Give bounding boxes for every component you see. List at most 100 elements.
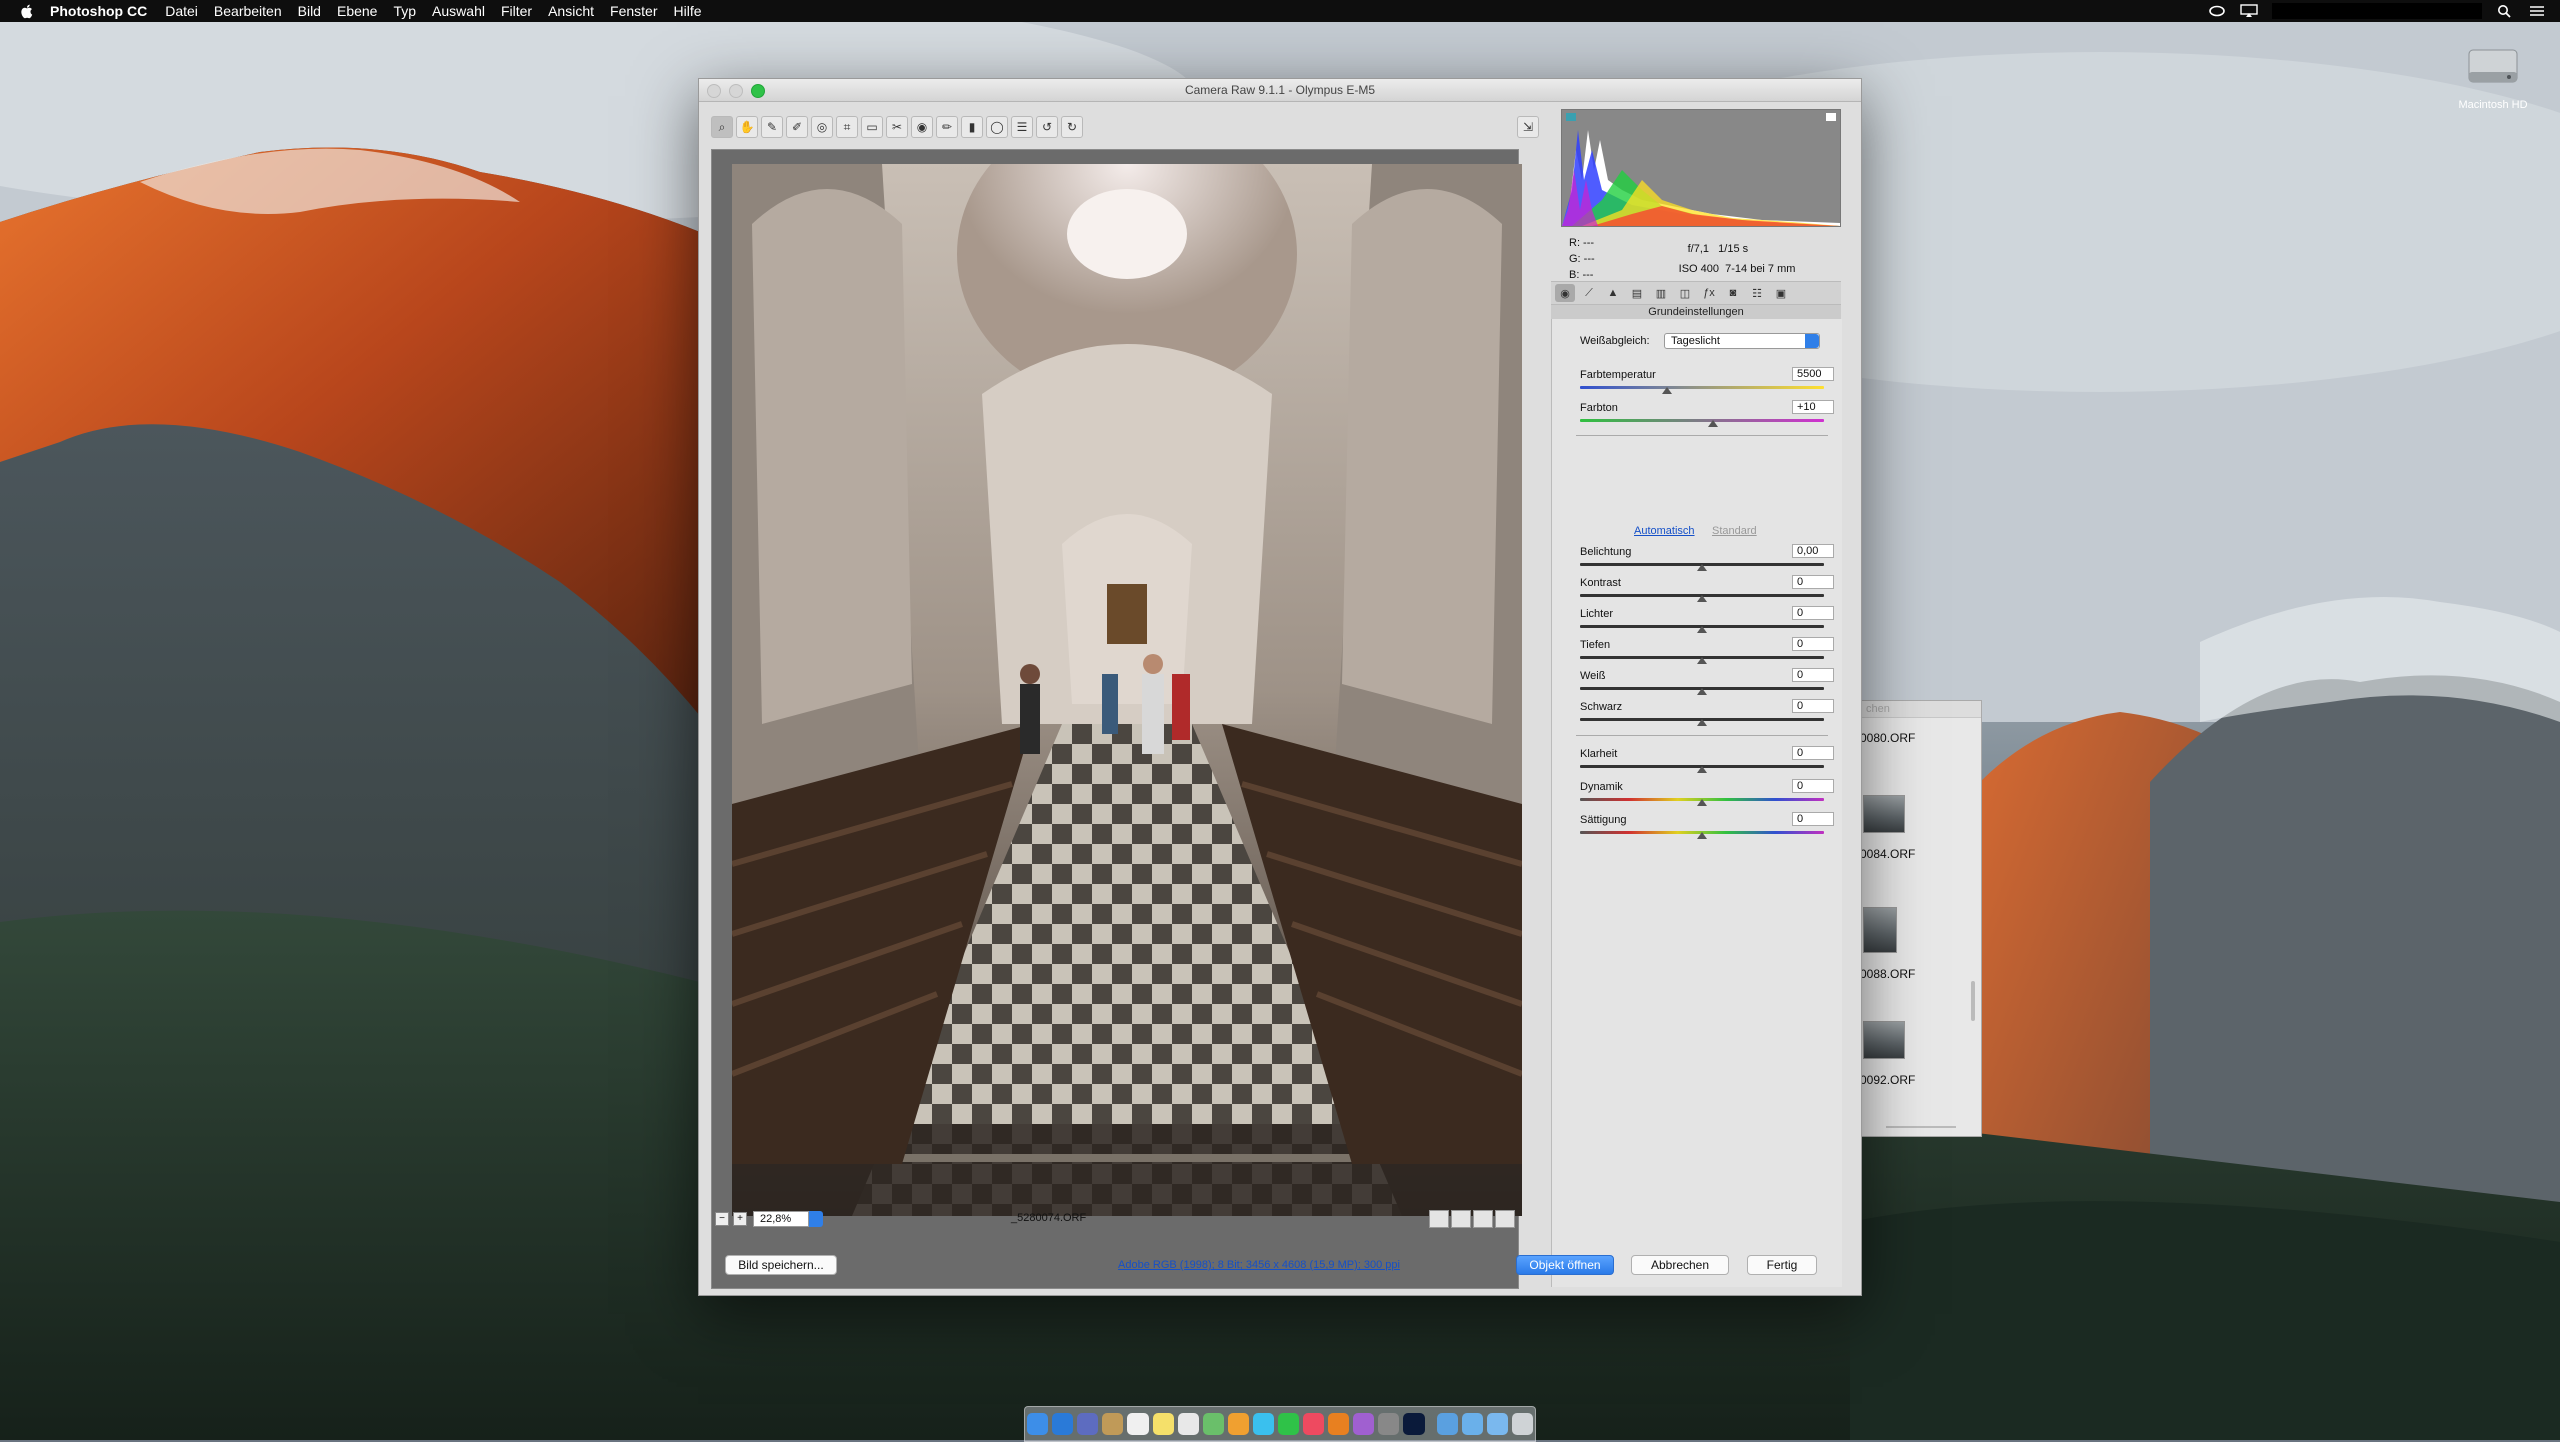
open-object-button[interactable]: Objekt öffnen	[1516, 1255, 1614, 1275]
highlights-field[interactable]: 0	[1792, 606, 1834, 620]
tab-tone-curve-icon[interactable]: ⟋	[1579, 284, 1599, 302]
swap-settings-icon[interactable]	[1451, 1210, 1471, 1228]
blacks-slider-knob[interactable]	[1697, 719, 1707, 726]
temperature-slider-knob[interactable]	[1662, 387, 1672, 394]
zoom-level-field[interactable]: 22,8%	[753, 1211, 809, 1227]
color-sampler-tool-icon[interactable]: ✐	[786, 116, 808, 138]
tab-hsl-icon[interactable]: ▤	[1627, 284, 1647, 302]
system-preferences-icon[interactable]	[1378, 1413, 1400, 1435]
bridge-thumb[interactable]: 0080.ORF	[1860, 731, 1920, 745]
radial-filter-icon[interactable]: ◯	[986, 116, 1008, 138]
highlight-clipping-warning-icon[interactable]	[1826, 113, 1836, 121]
preferences-icon[interactable]: ☰	[1011, 116, 1033, 138]
temperature-slider-track[interactable]	[1580, 386, 1824, 389]
fullscreen-toggle-icon[interactable]: ⇲	[1517, 116, 1539, 138]
ibooks-icon[interactable]	[1328, 1413, 1350, 1435]
rotate-right-icon[interactable]: ↻	[1061, 116, 1083, 138]
downloads-folder-icon[interactable]	[1486, 1413, 1508, 1435]
photoshop-icon[interactable]	[1403, 1413, 1425, 1435]
targeted-adjustment-tool-icon[interactable]: ◎	[811, 116, 833, 138]
temperature-field[interactable]: 5500	[1792, 367, 1834, 381]
menu-auswahl[interactable]: Auswahl	[432, 3, 485, 19]
facetime-icon[interactable]	[1278, 1413, 1300, 1435]
tab-presets-icon[interactable]: ☷	[1747, 284, 1767, 302]
menu-bild[interactable]: Bild	[298, 3, 321, 19]
apple-icon[interactable]	[18, 2, 36, 20]
tab-basic-icon[interactable]: ◉	[1555, 284, 1575, 302]
spot-removal-tool-icon[interactable]: ✂	[886, 116, 908, 138]
tint-field[interactable]: +10	[1792, 400, 1834, 414]
vibrance-slider-knob[interactable]	[1697, 799, 1707, 806]
save-image-button[interactable]: Bild speichern...	[725, 1255, 837, 1275]
cancel-button[interactable]: Abbrechen	[1631, 1255, 1729, 1275]
blacks-field[interactable]: 0	[1792, 699, 1834, 713]
bridge-thumb[interactable]: 0088.ORF	[1860, 907, 1920, 981]
app-store-icon[interactable]	[1353, 1413, 1375, 1435]
saturation-slider-knob[interactable]	[1697, 832, 1707, 839]
crop-tool-icon[interactable]: ⌗	[836, 116, 858, 138]
adjustment-brush-icon[interactable]: ✏	[936, 116, 958, 138]
safari-icon[interactable]	[1052, 1413, 1074, 1435]
airplay-icon[interactable]	[2240, 4, 2258, 18]
highlights-slider-knob[interactable]	[1697, 626, 1707, 633]
menu-typ[interactable]: Typ	[393, 3, 416, 19]
graduated-filter-icon[interactable]: ▮	[961, 116, 983, 138]
exposure-field[interactable]: 0,00	[1792, 544, 1834, 558]
window-titlebar[interactable]: Camera Raw 9.1.1 - Olympus E-M5	[699, 79, 1861, 102]
notes-icon[interactable]	[1152, 1413, 1174, 1435]
default-link[interactable]: Standard	[1712, 525, 1757, 537]
desktop-drive[interactable]: Macintosh HD	[2438, 36, 2548, 111]
tint-slider-track[interactable]	[1580, 419, 1824, 422]
done-button[interactable]: Fertig	[1747, 1255, 1817, 1275]
app-name-menu[interactable]: Photoshop CC	[50, 3, 147, 19]
whites-field[interactable]: 0	[1792, 668, 1834, 682]
contrast-field[interactable]: 0	[1792, 575, 1834, 589]
menu-ebene[interactable]: Ebene	[337, 3, 377, 19]
whites-slider-knob[interactable]	[1697, 688, 1707, 695]
exposure-slider-knob[interactable]	[1697, 564, 1707, 571]
zoom-button[interactable]	[751, 84, 765, 98]
before-after-toggle-icon[interactable]	[1429, 1210, 1449, 1228]
zoom-dropdown-arrow-icon[interactable]	[809, 1211, 823, 1227]
copy-settings-icon[interactable]	[1473, 1210, 1493, 1228]
tab-snapshots-icon[interactable]: ▣	[1771, 284, 1791, 302]
documents-folder-icon[interactable]	[1461, 1413, 1483, 1435]
messages-icon[interactable]	[1252, 1413, 1274, 1435]
bridge-thumb[interactable]: 0092.ORF	[1860, 1021, 1920, 1087]
menu-datei[interactable]: Datei	[165, 3, 198, 19]
tab-effects-icon[interactable]: ƒx	[1699, 284, 1719, 302]
toggle-settings-icon[interactable]	[1495, 1210, 1515, 1228]
white-balance-tool-icon[interactable]: ✎	[761, 116, 783, 138]
tab-detail-icon[interactable]: ▲	[1603, 284, 1623, 302]
hand-tool-icon[interactable]: ✋	[736, 116, 758, 138]
reminders-icon[interactable]	[1177, 1413, 1199, 1435]
clarity-slider-knob[interactable]	[1697, 766, 1707, 773]
tab-split-toning-icon[interactable]: ▥	[1651, 284, 1671, 302]
close-button[interactable]	[707, 84, 721, 98]
bridge-scrollbar[interactable]	[1971, 981, 1975, 1021]
tab-lens-corrections-icon[interactable]: ◫	[1675, 284, 1695, 302]
photos-icon[interactable]	[1227, 1413, 1249, 1435]
notification-center-icon[interactable]	[2528, 4, 2546, 18]
mail-icon[interactable]	[1077, 1413, 1099, 1435]
shadows-slider-knob[interactable]	[1697, 657, 1707, 664]
minimize-button[interactable]	[729, 84, 743, 98]
zoom-tool-icon[interactable]: ⌕	[711, 116, 733, 138]
trash-icon[interactable]	[1511, 1413, 1533, 1435]
workflow-options-link[interactable]: Adobe RGB (1998); 8 Bit; 3456 x 4608 (15…	[1109, 1259, 1409, 1271]
applications-folder-icon[interactable]	[1436, 1413, 1458, 1435]
auto-link[interactable]: Automatisch	[1634, 525, 1695, 537]
maps-icon[interactable]	[1202, 1413, 1224, 1435]
menu-bearbeiten[interactable]: Bearbeiten	[214, 3, 282, 19]
creative-cloud-icon[interactable]	[2208, 4, 2226, 18]
vibrance-field[interactable]: 0	[1792, 779, 1834, 793]
zoom-out-button[interactable]: −	[715, 1212, 729, 1226]
red-eye-tool-icon[interactable]: ◉	[911, 116, 933, 138]
contacts-icon[interactable]	[1102, 1413, 1124, 1435]
image-preview-area[interactable]	[711, 149, 1522, 1289]
shadow-clipping-warning-icon[interactable]	[1566, 113, 1576, 121]
calendar-icon[interactable]	[1127, 1413, 1149, 1435]
clarity-field[interactable]: 0	[1792, 746, 1834, 760]
white-balance-select[interactable]: Tageslicht	[1664, 333, 1820, 349]
menu-filter[interactable]: Filter	[501, 3, 532, 19]
